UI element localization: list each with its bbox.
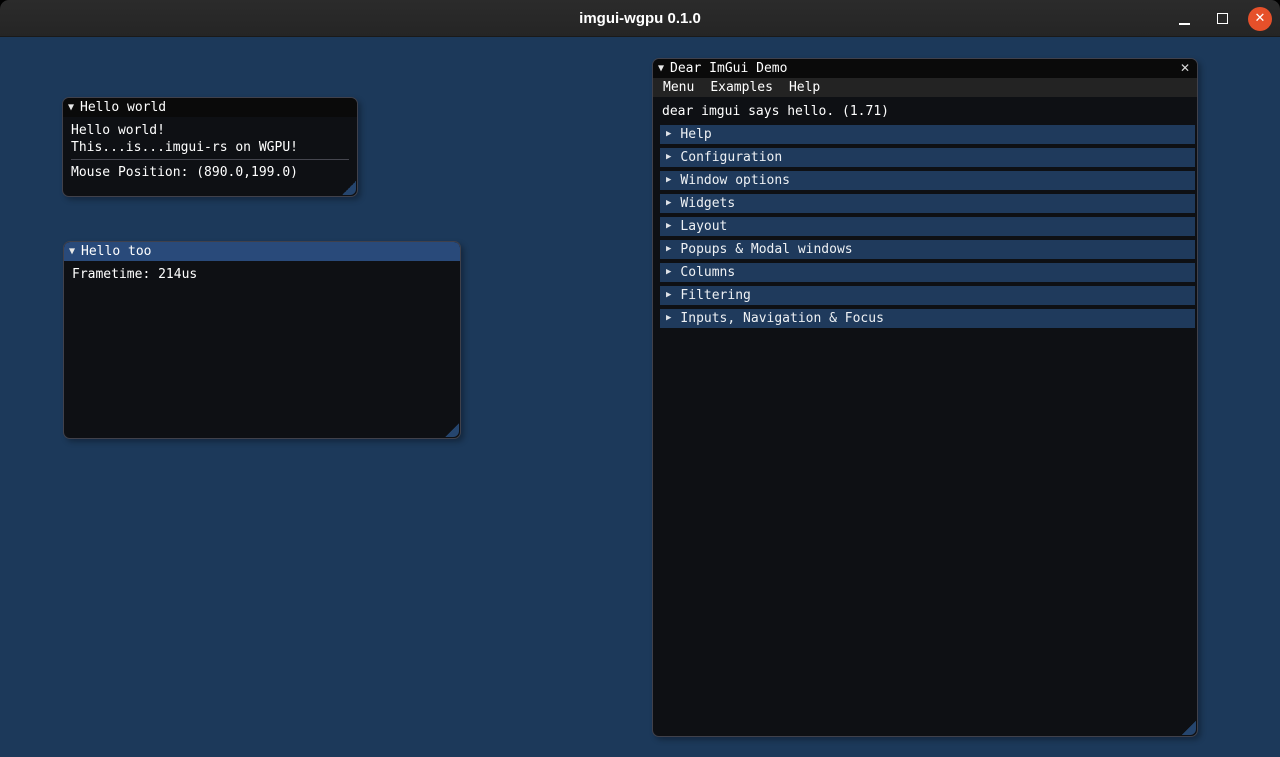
collapsed-arrow-icon: ▶: [666, 152, 672, 162]
demo-titlebar[interactable]: ▼ Dear ImGui Demo ✕: [653, 59, 1197, 78]
mouse-position-text: Mouse Position: (890.0,199.0): [71, 165, 298, 180]
hello-world-line1: Hello world!: [71, 123, 165, 138]
header-popups-modal-windows[interactable]: ▶ Popups & Modal windows: [660, 240, 1195, 259]
resize-grip[interactable]: [1182, 721, 1196, 735]
demo-content: dear imgui says hello. (1.71) ▶ Help ▶ C…: [653, 97, 1197, 328]
demo-window[interactable]: ▼ Dear ImGui Demo ✕ Menu Examples Help d…: [652, 58, 1198, 737]
window-controls: ✕: [1172, 0, 1272, 37]
resize-grip[interactable]: [445, 423, 459, 437]
header-label: Configuration: [680, 150, 783, 165]
hello-world-title: Hello world: [80, 100, 167, 115]
header-inputs-navigation-focus[interactable]: ▶ Inputs, Navigation & Focus: [660, 309, 1195, 328]
greeting-text: dear imgui says hello. (1.71): [662, 104, 889, 119]
minimize-icon: [1178, 22, 1190, 25]
header-label: Layout: [680, 219, 728, 234]
hello-too-title: Hello too: [81, 244, 152, 259]
hello-world-line2: This...is...imgui-rs on WGPU!: [71, 140, 298, 155]
header-label: Filtering: [680, 288, 751, 303]
desktop-background: ▼ Hello world Hello world! This...is...i…: [0, 37, 1280, 757]
collapse-arrow-icon[interactable]: ▼: [68, 102, 74, 113]
maximize-icon: [1216, 13, 1228, 24]
menu-item-menu[interactable]: Menu: [655, 78, 702, 97]
collapsed-arrow-icon: ▶: [666, 290, 672, 300]
header-help[interactable]: ▶ Help: [660, 125, 1195, 144]
header-widgets[interactable]: ▶ Widgets: [660, 194, 1195, 213]
demo-title: Dear ImGui Demo: [670, 61, 788, 76]
collapse-arrow-icon[interactable]: ▼: [658, 63, 664, 74]
maximize-button[interactable]: [1210, 7, 1234, 31]
hello-world-titlebar[interactable]: ▼ Hello world: [63, 98, 357, 117]
hello-world-window[interactable]: ▼ Hello world Hello world! This...is...i…: [62, 97, 358, 197]
hello-world-body: Hello world! This...is...imgui-rs on WGP…: [63, 117, 357, 186]
header-window-options[interactable]: ▶ Window options: [660, 171, 1195, 190]
header-label: Columns: [680, 265, 736, 280]
app-window: imgui-wgpu 0.1.0 ✕ ▼ Hello world Hello w…: [0, 0, 1280, 757]
close-icon: ✕: [1254, 11, 1266, 26]
collapsed-arrow-icon: ▶: [666, 198, 672, 208]
header-label: Window options: [680, 173, 790, 188]
collapse-arrow-icon[interactable]: ▼: [69, 246, 75, 257]
header-configuration[interactable]: ▶ Configuration: [660, 148, 1195, 167]
frametime-text: Frametime: 214us: [72, 267, 198, 282]
close-button[interactable]: ✕: [1248, 6, 1272, 31]
collapsed-arrow-icon: ▶: [666, 313, 672, 323]
resize-grip[interactable]: [342, 181, 356, 195]
window-title: imgui-wgpu 0.1.0: [579, 9, 701, 27]
hello-too-body: Frametime: 214us: [64, 261, 460, 288]
hello-too-titlebar[interactable]: ▼ Hello too: [64, 242, 460, 261]
demo-menu-bar: Menu Examples Help: [653, 78, 1197, 97]
collapsed-arrow-icon: ▶: [666, 267, 672, 277]
hello-too-window[interactable]: ▼ Hello too Frametime: 214us: [63, 241, 461, 439]
minimize-button[interactable]: [1172, 7, 1196, 31]
header-label: Help: [680, 127, 712, 142]
menu-item-examples[interactable]: Examples: [702, 78, 781, 97]
header-label: Widgets: [680, 196, 736, 211]
os-titlebar[interactable]: imgui-wgpu 0.1.0 ✕: [0, 0, 1280, 37]
header-layout[interactable]: ▶ Layout: [660, 217, 1195, 236]
collapsed-arrow-icon: ▶: [666, 221, 672, 231]
collapsed-arrow-icon: ▶: [666, 175, 672, 185]
separator: [71, 159, 349, 160]
demo-close-button[interactable]: ✕: [1177, 59, 1193, 78]
header-label: Inputs, Navigation & Focus: [680, 311, 884, 326]
header-label: Popups & Modal windows: [680, 242, 853, 257]
header-filtering[interactable]: ▶ Filtering: [660, 286, 1195, 305]
header-columns[interactable]: ▶ Columns: [660, 263, 1195, 282]
collapsed-arrow-icon: ▶: [666, 244, 672, 254]
menu-item-help[interactable]: Help: [781, 78, 828, 97]
collapsed-arrow-icon: ▶: [666, 129, 672, 139]
